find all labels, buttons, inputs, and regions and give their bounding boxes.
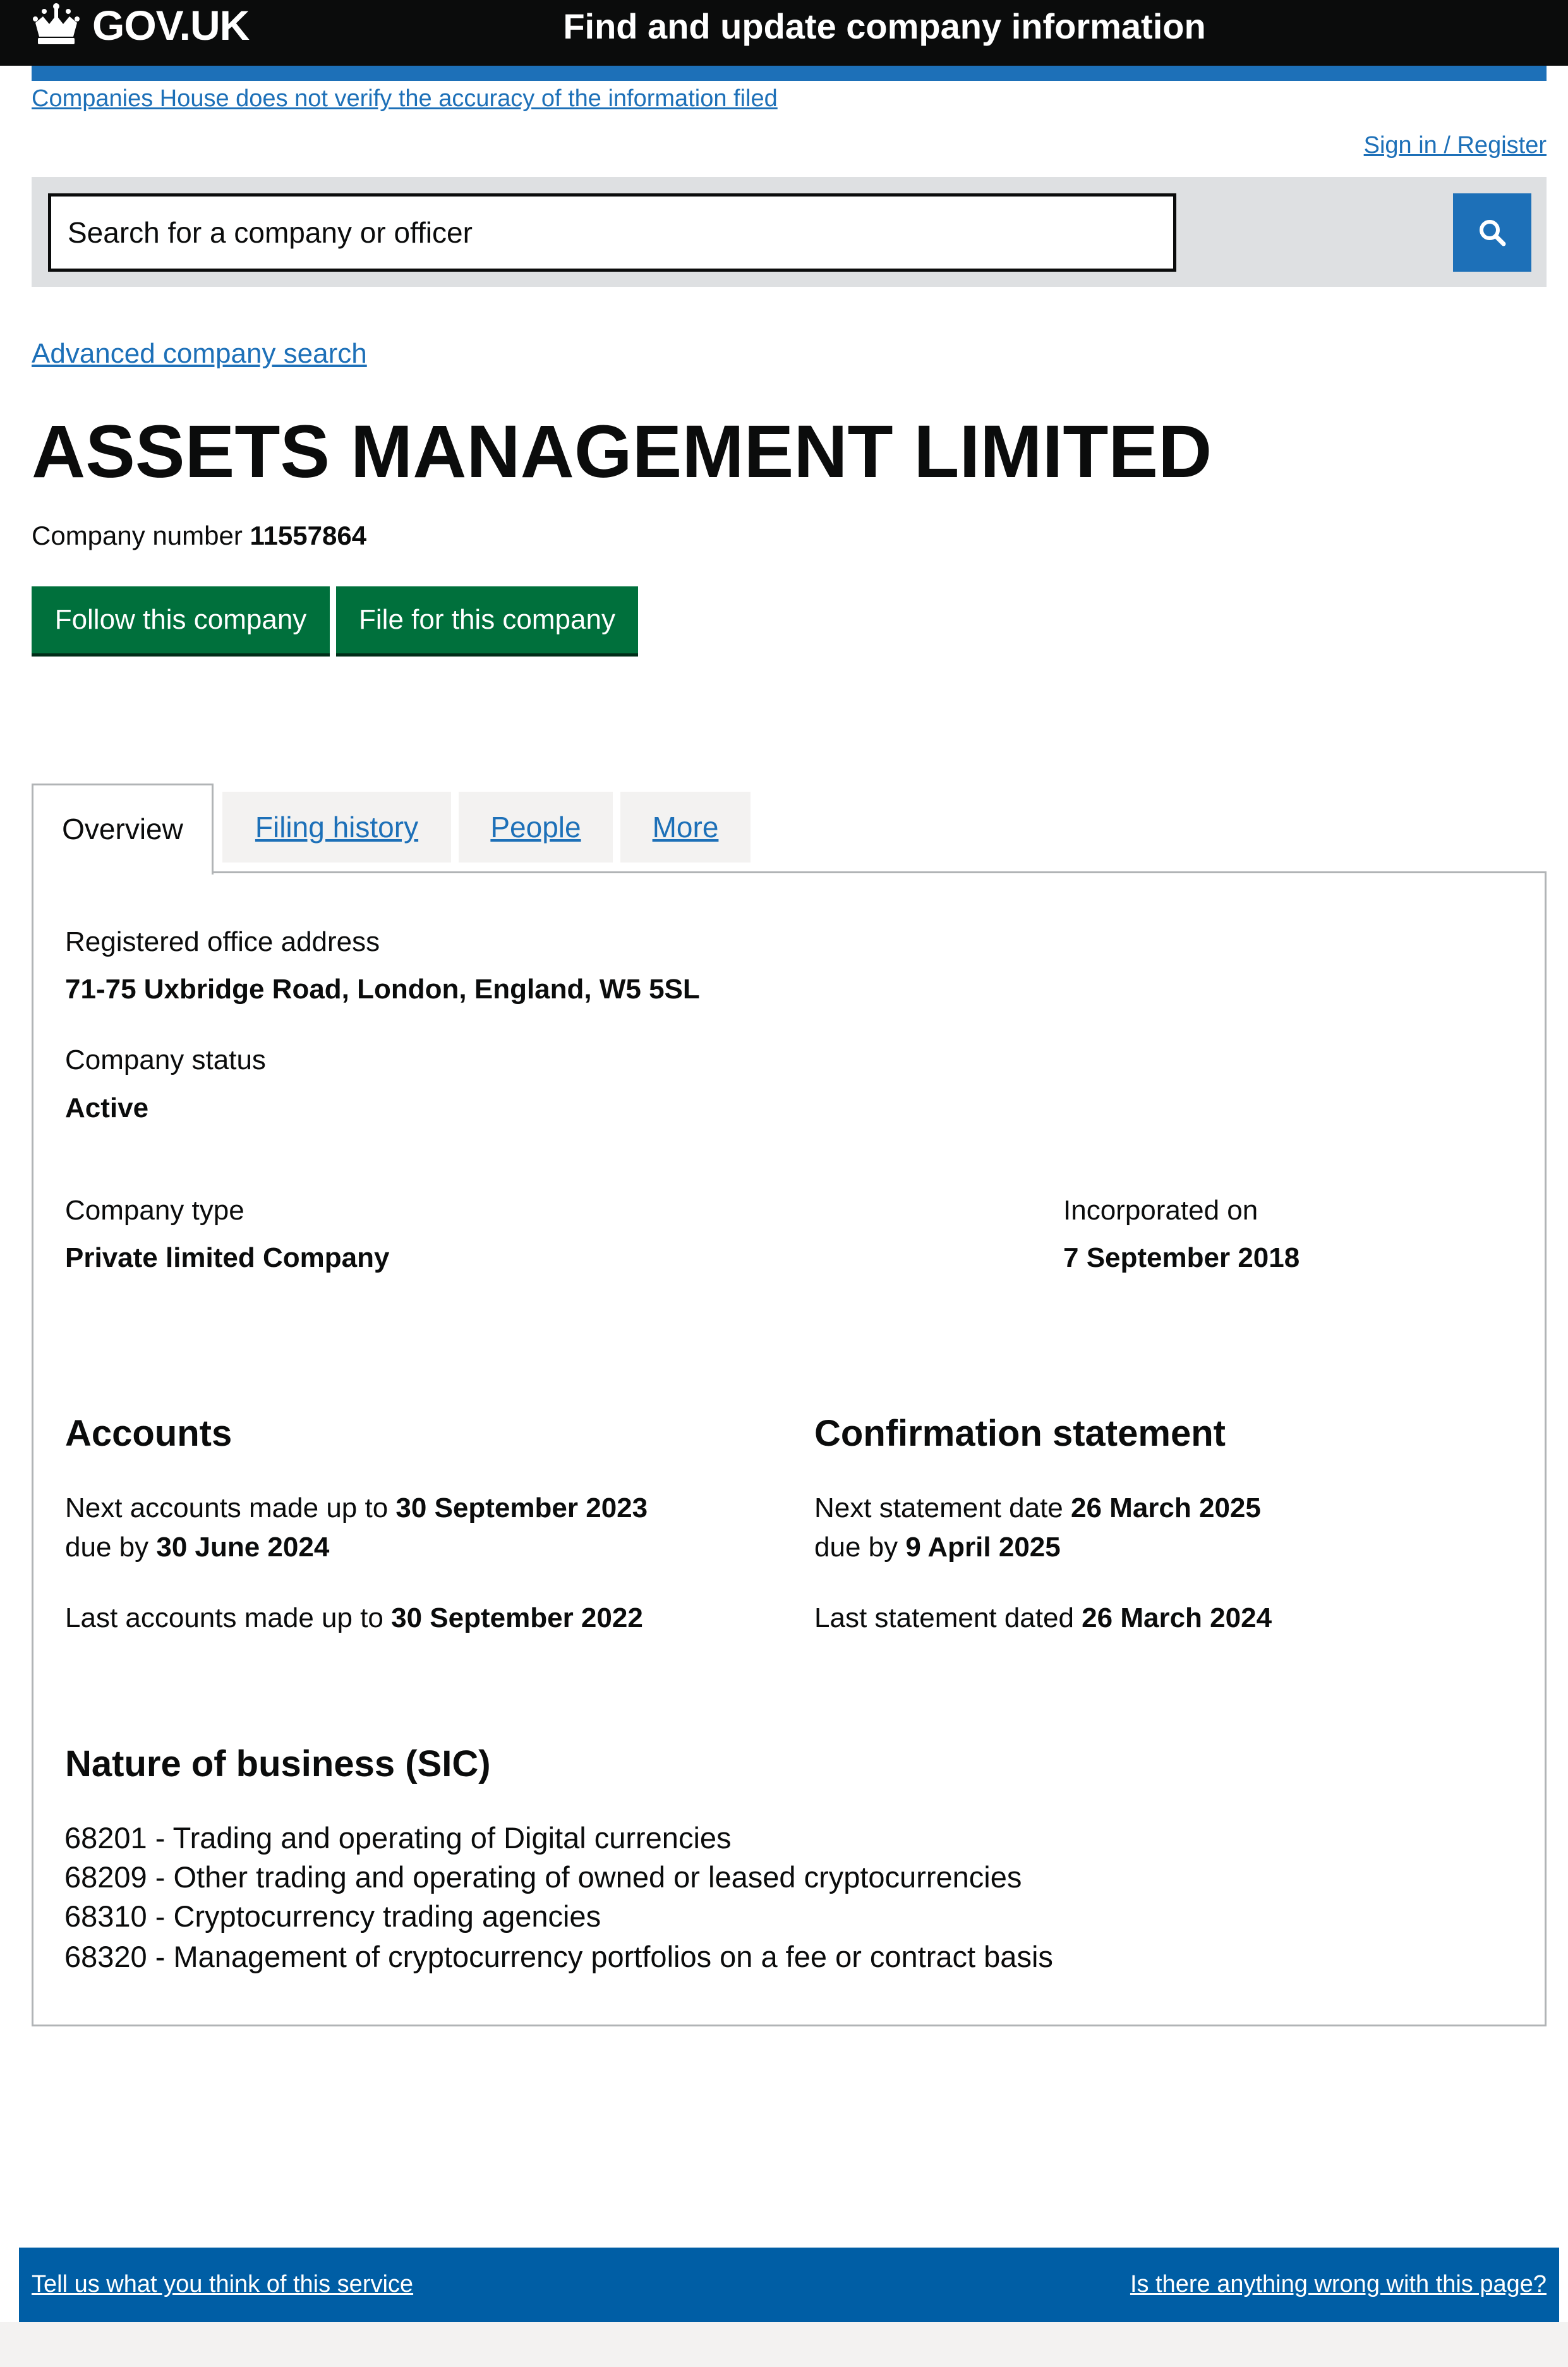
accounts-due-date: 30 June 2024 xyxy=(156,1532,330,1563)
govuk-logo[interactable]: GOV.UK xyxy=(92,1,250,49)
report-problem-link[interactable]: Is there anything wrong with this page? xyxy=(1130,2267,1547,2302)
company-name: ASSETS MANAGEMENT LIMITED xyxy=(32,410,1212,493)
tab-more[interactable]: More xyxy=(620,792,751,863)
sic-item: 68209 - Other trading and operating of o… xyxy=(64,1860,1022,1894)
site-header: GOV.UK Find and update company informati… xyxy=(0,0,1568,66)
accounts-next: Next accounts made up to 30 September 20… xyxy=(65,1489,648,1528)
sic-item: 68310 - Cryptocurrency trading agencies xyxy=(64,1899,601,1933)
accounts-next-label: Next accounts made up to xyxy=(65,1492,389,1523)
incorporated-value: 7 September 2018 xyxy=(1063,1242,1300,1273)
incorporated-label: Incorporated on xyxy=(1063,1195,1258,1226)
accounts-next-date: 30 September 2023 xyxy=(395,1492,648,1523)
tab-people[interactable]: People xyxy=(459,792,613,863)
company-number: Company number 11557864 xyxy=(32,517,366,555)
company-type-label: Company type xyxy=(65,1195,244,1226)
tab-overview[interactable]: Overview xyxy=(32,784,214,875)
follow-company-button[interactable]: Follow this company xyxy=(32,586,330,653)
registered-office-value: 71-75 Uxbridge Road, London, England, W5… xyxy=(65,974,700,1005)
header-accent-bar xyxy=(32,66,1547,81)
company-number-value: 11557864 xyxy=(250,521,367,550)
confirmation-last-label: Last statement dated xyxy=(814,1602,1074,1633)
sign-in-link[interactable]: Sign in / Register xyxy=(1364,128,1547,163)
disclaimer-link[interactable]: Companies House does not verify the accu… xyxy=(32,81,778,116)
confirmation-next: Next statement date 26 March 2025 xyxy=(814,1489,1261,1528)
confirmation-last: Last statement dated 26 March 2024 xyxy=(814,1599,1272,1638)
registered-office-label: Registered office address xyxy=(65,926,380,957)
search-icon xyxy=(1480,220,1506,246)
confirmation-due: due by 9 April 2025 xyxy=(814,1528,1061,1567)
feedback-link[interactable]: Tell us what you think of this service xyxy=(32,2267,413,2302)
footer-feedback-bar: Tell us what you think of this service I… xyxy=(19,2248,1559,2322)
tab-filing-history[interactable]: Filing history xyxy=(222,792,451,863)
advanced-search-link[interactable]: Advanced company search xyxy=(32,335,367,373)
sic-heading: Nature of business (SIC) xyxy=(65,1743,491,1784)
footer-band xyxy=(0,2322,1568,2367)
search-bar xyxy=(32,177,1547,287)
file-for-company-button[interactable]: File for this company xyxy=(336,586,638,653)
accounts-due-label: due by xyxy=(65,1532,149,1563)
confirmation-due-date: 9 April 2025 xyxy=(905,1532,1061,1563)
accounts-heading: Accounts xyxy=(65,1413,232,1454)
company-status-value: Active xyxy=(65,1093,149,1123)
confirmation-due-label: due by xyxy=(814,1532,898,1563)
company-type-value: Private limited Company xyxy=(65,1242,390,1273)
search-button[interactable] xyxy=(1453,193,1531,272)
service-name[interactable]: Find and update company information xyxy=(543,3,1226,51)
confirmation-last-date: 26 March 2024 xyxy=(1082,1602,1272,1633)
company-status-label: Company status xyxy=(65,1044,266,1075)
search-input[interactable] xyxy=(48,193,1176,272)
confirmation-heading: Confirmation statement xyxy=(814,1413,1226,1454)
accounts-due: due by 30 June 2024 xyxy=(65,1528,329,1567)
confirmation-next-label: Next statement date xyxy=(814,1492,1063,1523)
confirmation-next-date: 26 March 2025 xyxy=(1071,1492,1261,1523)
accounts-last-label: Last accounts made up to xyxy=(65,1602,383,1633)
crown-icon xyxy=(33,3,80,44)
sic-item: 68320 - Management of cryptocurrency por… xyxy=(64,1940,1053,1973)
accounts-last-date: 30 September 2022 xyxy=(391,1602,643,1633)
accounts-last: Last accounts made up to 30 September 20… xyxy=(65,1599,643,1638)
company-number-label: Company number xyxy=(32,521,243,550)
sic-item: 68201 - Trading and operating of Digital… xyxy=(64,1821,732,1855)
